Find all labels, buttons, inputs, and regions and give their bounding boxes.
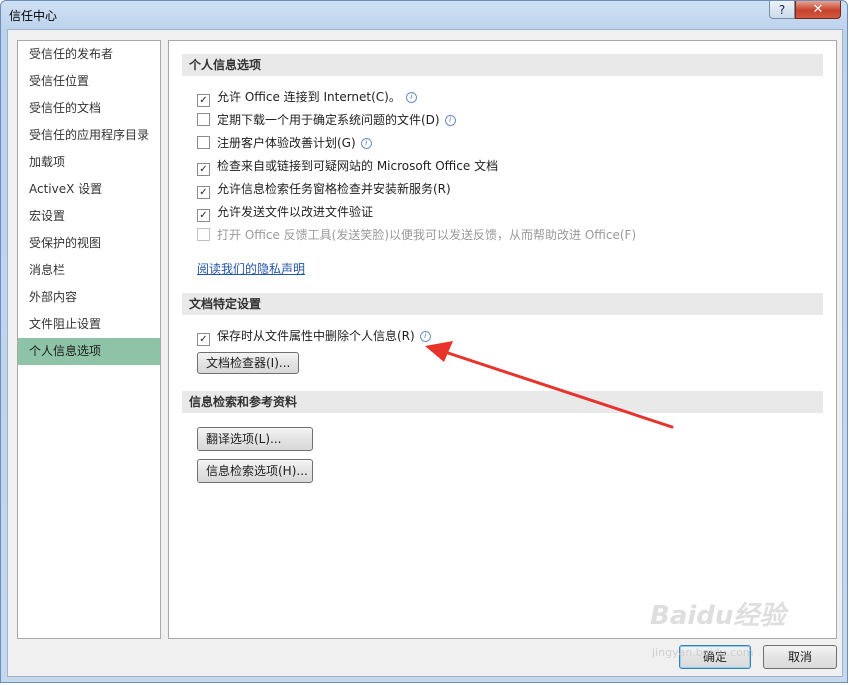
research-options-button[interactable]: 信息检索选项(H)... (197, 459, 313, 483)
nav-item-trusted-publishers[interactable]: 受信任的发布者 (18, 41, 160, 68)
option-file-validation[interactable]: ✓ 允许发送文件以改进文件验证 (197, 202, 373, 222)
dialog-client-area: 受信任的发布者 受信任位置 受信任的文档 受信任的应用程序目录 加载项 Acti… (7, 29, 843, 677)
watermark-logo: Baidu经验 (650, 601, 786, 631)
nav-item-add-ins[interactable]: 加载项 (18, 149, 160, 176)
info-icon: i (444, 115, 456, 126)
checkbox-connect-internet[interactable]: ✓ (197, 94, 210, 107)
cancel-button[interactable]: 取消 (763, 645, 837, 669)
window-title: 信任中心 (9, 9, 58, 23)
translation-options-button[interactable]: 翻译选项(L)... (197, 427, 313, 451)
title-bar[interactable]: 信任中心 ? ✕ (1, 1, 849, 29)
option-label: 保存时从文件属性中删除个人信息(R) (217, 329, 415, 343)
option-label: 打开 Office 反馈工具(发送笑脸)以便我可以发送反馈，从而帮助改进 Off… (217, 228, 637, 242)
nav-item-trusted-locations[interactable]: 受信任位置 (18, 68, 160, 95)
privacy-statement-link[interactable]: 阅读我们的隐私声明 (197, 260, 305, 277)
nav-item-macro-settings[interactable]: 宏设置 (18, 203, 160, 230)
option-label: 允许信息检索任务窗格检查并安装新服务(R) (217, 182, 451, 196)
nav-item-trusted-app-catalogs[interactable]: 受信任的应用程序目录 (18, 122, 160, 149)
nav-item-trusted-documents[interactable]: 受信任的文档 (18, 95, 160, 122)
option-ceip[interactable]: 注册客户体验改善计划(G) i (197, 133, 372, 153)
nav-item-privacy-options[interactable]: 个人信息选项 (18, 338, 160, 365)
option-download-diagnostic-file[interactable]: 定期下载一个用于确定系统问题的文件(D) i (197, 110, 456, 130)
help-button[interactable]: ? (769, 1, 795, 19)
option-research-pane-services[interactable]: ✓ 允许信息检索任务窗格检查并安装新服务(R) (197, 179, 451, 199)
option-label: 注册客户体验改善计划(G) (217, 136, 356, 150)
settings-panel: 个人信息选项 ✓ 允许 Office 连接到 Internet(C)。 i 定期下载… (168, 40, 837, 639)
option-label: 定期下载一个用于确定系统问题的文件(D) (217, 113, 440, 127)
option-label: 允许发送文件以改进文件验证 (217, 205, 374, 219)
nav-item-activex-settings[interactable]: ActiveX 设置 (18, 176, 160, 203)
info-icon: i (405, 92, 417, 103)
checkbox-check-suspicious-docs[interactable]: ✓ (197, 163, 210, 176)
section-header-research: 信息检索和参考资料 (182, 391, 823, 413)
option-remove-personal-info[interactable]: ✓ 保存时从文件属性中删除个人信息(R) i (197, 326, 431, 346)
info-icon: i (360, 138, 372, 149)
close-button[interactable]: ✕ (795, 1, 841, 19)
checkbox-feedback-tool (197, 228, 210, 241)
document-inspector-button[interactable]: 文档检查器(I)... (197, 352, 300, 374)
option-label: 检查来自或链接到可疑网站的 Microsoft Office 文档 (217, 159, 499, 173)
option-check-suspicious-docs[interactable]: ✓ 检查来自或链接到可疑网站的 Microsoft Office 文档 (197, 156, 498, 176)
option-label: 允许 Office 连接到 Internet(C)。 (217, 90, 401, 104)
section-header-document-specific: 文档特定设置 (182, 293, 823, 315)
trust-center-window: 信任中心 ? ✕ 受信任的发布者 受信任位置 受信任的文档 受信任的应用程序目录… (0, 0, 848, 683)
checkbox-download-diagnostic-file[interactable] (197, 113, 210, 126)
checkbox-remove-personal-info[interactable]: ✓ (197, 333, 210, 346)
option-connect-internet[interactable]: ✓ 允许 Office 连接到 Internet(C)。 i (197, 87, 417, 107)
nav-item-message-bar[interactable]: 消息栏 (18, 257, 160, 284)
section-header-privacy: 个人信息选项 (182, 54, 823, 76)
category-nav: 受信任的发布者 受信任位置 受信任的文档 受信任的应用程序目录 加载项 Acti… (17, 40, 161, 639)
nav-item-file-block-settings[interactable]: 文件阻止设置 (18, 311, 160, 338)
checkbox-research-pane-services[interactable]: ✓ (197, 186, 210, 199)
checkbox-ceip[interactable] (197, 136, 210, 149)
option-feedback-tool: 打开 Office 反馈工具(发送笑脸)以便我可以发送反馈，从而帮助改进 Off… (197, 225, 636, 245)
checkbox-file-validation[interactable]: ✓ (197, 209, 210, 222)
nav-item-external-content[interactable]: 外部内容 (18, 284, 160, 311)
nav-item-protected-view[interactable]: 受保护的视图 (18, 230, 160, 257)
watermark-url: jingyan.baidu.com (652, 646, 754, 659)
info-icon: i (419, 331, 431, 342)
